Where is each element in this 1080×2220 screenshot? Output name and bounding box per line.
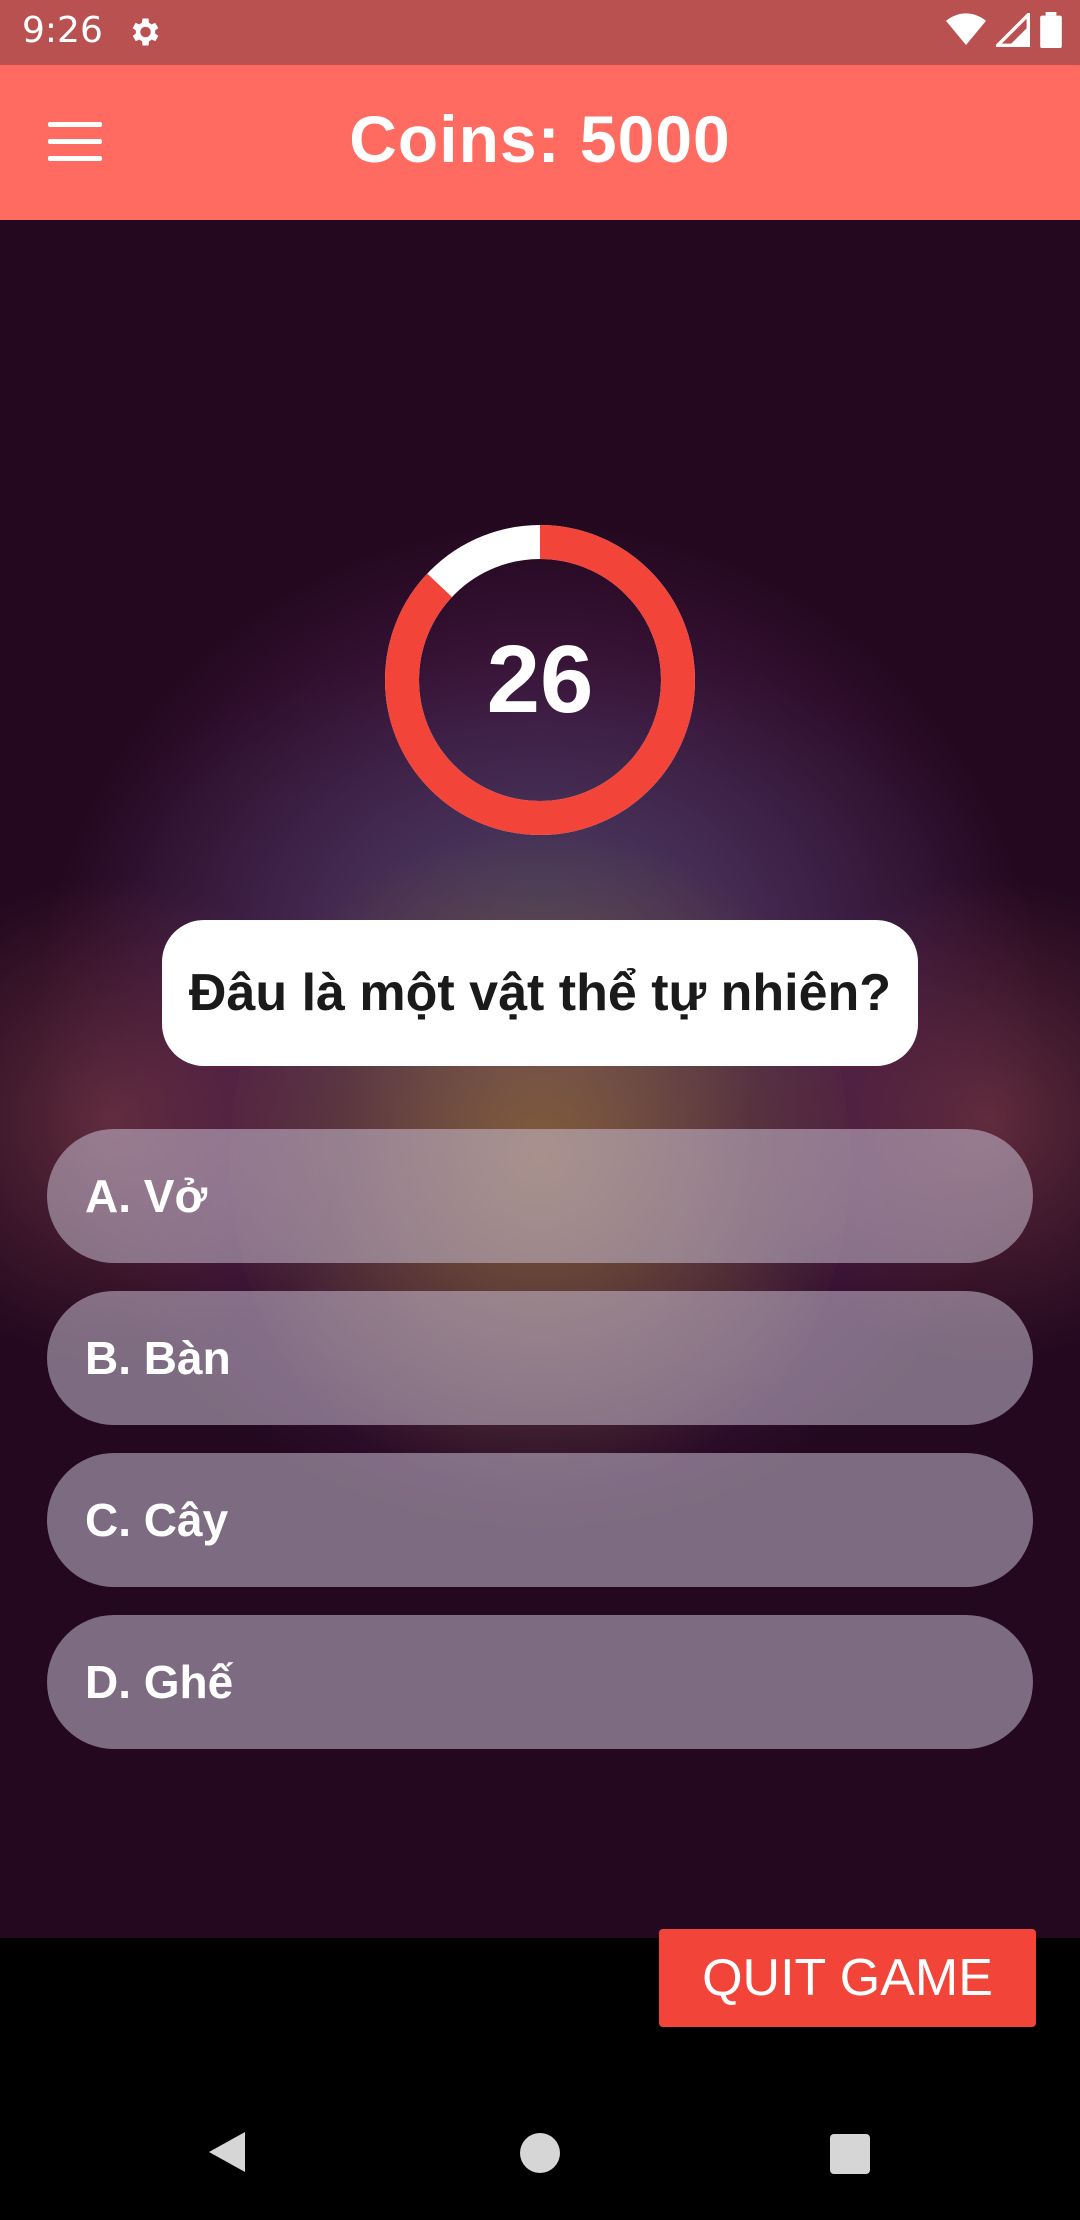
home-icon[interactable] xyxy=(520,2133,560,2173)
battery-icon xyxy=(1040,12,1062,48)
settings-icon xyxy=(132,18,159,46)
question-text: Đâu là một vật thể tự nhiên? xyxy=(162,920,918,1066)
back-icon[interactable] xyxy=(205,2130,249,2174)
timer-seconds: 26 xyxy=(486,626,594,733)
system-nav-bar xyxy=(0,2080,1080,2220)
answer-d-button[interactable]: D. Ghế xyxy=(47,1615,1033,1749)
answer-a-button[interactable]: A. Vở xyxy=(47,1129,1033,1263)
game-area: 26 Đâu là một vật thể tự nhiên? A. Vở B.… xyxy=(0,220,1080,1938)
status-time: 9:26 xyxy=(22,10,103,51)
status-bar: 9:26 xyxy=(0,0,1080,65)
app-bar: Coins: 5000 xyxy=(0,65,1080,220)
answer-b-button[interactable]: B. Bàn xyxy=(47,1291,1033,1425)
recents-icon[interactable] xyxy=(830,2134,870,2174)
status-icons xyxy=(946,12,1062,48)
wifi-icon xyxy=(946,13,986,46)
quit-game-button[interactable]: QUIT GAME xyxy=(659,1929,1036,2027)
answer-c-button[interactable]: C. Cây xyxy=(47,1453,1033,1587)
signal-icon xyxy=(996,13,1030,47)
coins-title: Coins: 5000 xyxy=(349,102,731,176)
countdown-timer: 26 xyxy=(385,525,695,835)
